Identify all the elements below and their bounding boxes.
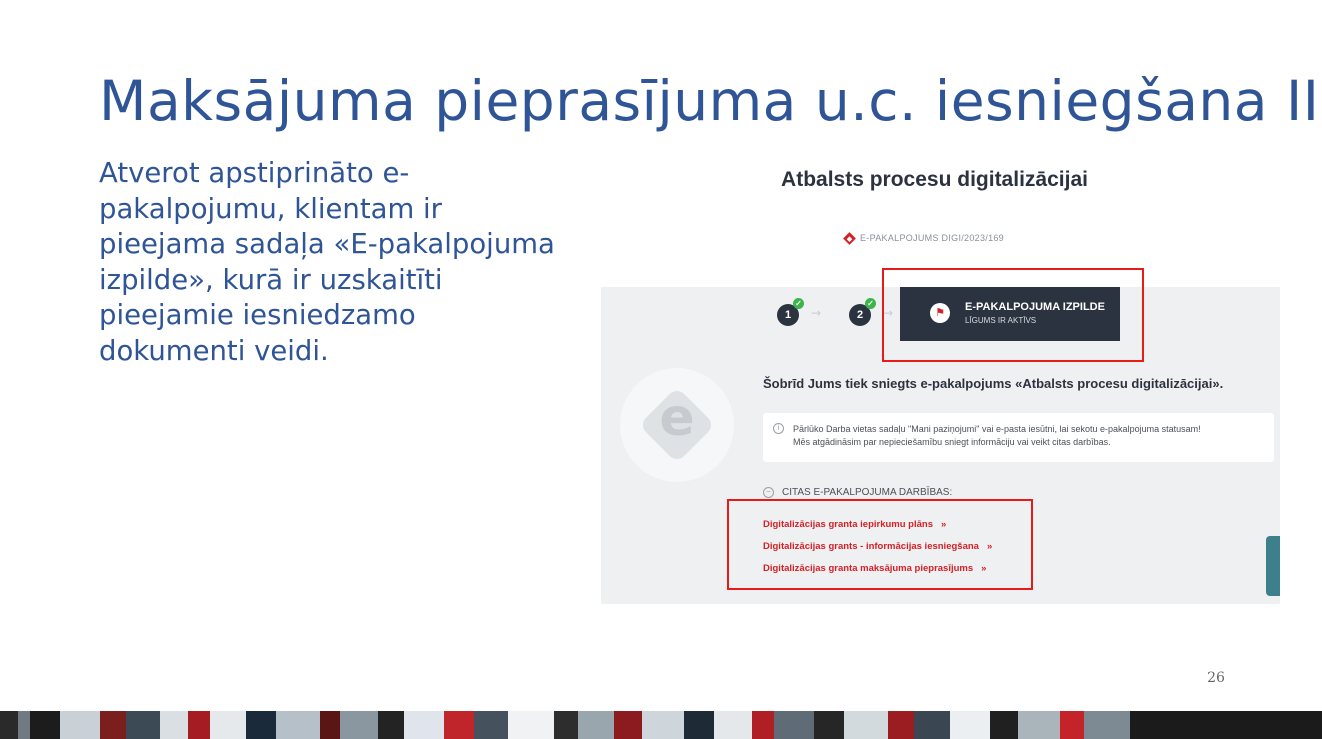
strip-band [614, 711, 642, 739]
check-icon: ✓ [865, 298, 876, 309]
body-line: izpilde», kurā ir uzskaitīti [99, 263, 443, 296]
strip-band [508, 711, 554, 739]
logo-letter: e [659, 388, 695, 448]
embedded-screenshot: Atbalsts procesu digitalizācijai E-PAKAL… [601, 137, 1280, 604]
slide-title: Maksājuma pieprasījuma u.c. iesniegšana … [99, 69, 1320, 133]
highlight-box-actions [727, 499, 1033, 590]
body-line: Atverot apstiprināto e- [99, 157, 410, 189]
body-line: pieejama sadaļa «E-pakalpojuma [99, 228, 555, 260]
strip-band [276, 711, 320, 739]
strip-band [444, 711, 474, 739]
service-id-text: E-PAKALPOJUMS DIGI/2023/169 [860, 233, 1004, 243]
check-icon: ✓ [793, 298, 804, 309]
strip-band [752, 711, 774, 739]
strip-band [320, 711, 340, 739]
strip-band [1084, 711, 1130, 739]
service-id: E-PAKALPOJUMS DIGI/2023/169 [843, 231, 1004, 245]
strip-band [1060, 711, 1084, 739]
info-notice: i Pārlūko Darba vietas sadaļu "Mani pazi… [763, 413, 1274, 462]
strip-band [160, 711, 188, 739]
step-arrow-icon: → [811, 306, 822, 320]
info-icon: i [773, 423, 784, 434]
strip-band [814, 711, 844, 739]
strip-band [578, 711, 614, 739]
strip-band [188, 711, 210, 739]
strip-band [0, 711, 18, 739]
step-2-label: 2 [856, 309, 864, 321]
strip-band [18, 711, 30, 739]
step-1-label: 1 [784, 309, 792, 321]
highlight-box-current-step [882, 268, 1144, 362]
strip-band [950, 711, 990, 739]
page-number: 26 [1207, 670, 1225, 686]
diamond-logo-icon [843, 231, 856, 245]
strip-band [990, 711, 1018, 739]
strip-band [684, 711, 714, 739]
service-status-text: Šobrīd Jums tiek sniegts e-pakalpojums «… [763, 376, 1224, 391]
strip-band [60, 711, 100, 739]
strip-band [914, 711, 950, 739]
strip-band [844, 711, 888, 739]
body-line: pieejamie iesniedzamo [99, 299, 416, 331]
info-line: Mēs atgādināsim par nepieciešamību snieg… [793, 437, 1111, 447]
slide-body: Atverot apstiprināto e- pakalpojumu, kli… [99, 156, 599, 369]
side-feedback-tab[interactable] [1266, 536, 1280, 596]
e-pakalpojums-logo: e [620, 368, 734, 482]
strip-band [474, 711, 508, 739]
info-text: Pārlūko Darba vietas sadaļu "Mani paziņo… [793, 423, 1201, 449]
body-line: pakalpojumu, klientam ir [99, 192, 442, 225]
step-2[interactable]: 2 ✓ [849, 298, 876, 326]
strip-band [554, 711, 578, 739]
info-line: Pārlūko Darba vietas sadaļu "Mani paziņo… [793, 424, 1201, 434]
strip-band [378, 711, 404, 739]
strip-band [642, 711, 684, 739]
body-line: dokumenti veidi. [99, 334, 329, 367]
strip-band [1018, 711, 1060, 739]
strip-band [30, 711, 60, 739]
service-heading: Atbalsts procesu digitalizācijai [781, 168, 1088, 191]
decorative-photo-strip [0, 711, 1322, 739]
strip-band [340, 711, 378, 739]
minus-circle-icon: − [763, 487, 774, 498]
screenshot-header-area [601, 137, 1280, 287]
strip-band [714, 711, 752, 739]
strip-band [774, 711, 814, 739]
strip-band [100, 711, 126, 739]
other-actions-toggle[interactable]: − CITAS E-PAKALPOJUMA DARBĪBAS: [763, 487, 952, 498]
strip-band [126, 711, 160, 739]
strip-band [246, 711, 276, 739]
strip-band [888, 711, 914, 739]
strip-band [404, 711, 444, 739]
other-actions-label: CITAS E-PAKALPOJUMA DARBĪBAS: [782, 487, 953, 498]
strip-band [210, 711, 246, 739]
step-1[interactable]: 1 ✓ [777, 298, 804, 326]
